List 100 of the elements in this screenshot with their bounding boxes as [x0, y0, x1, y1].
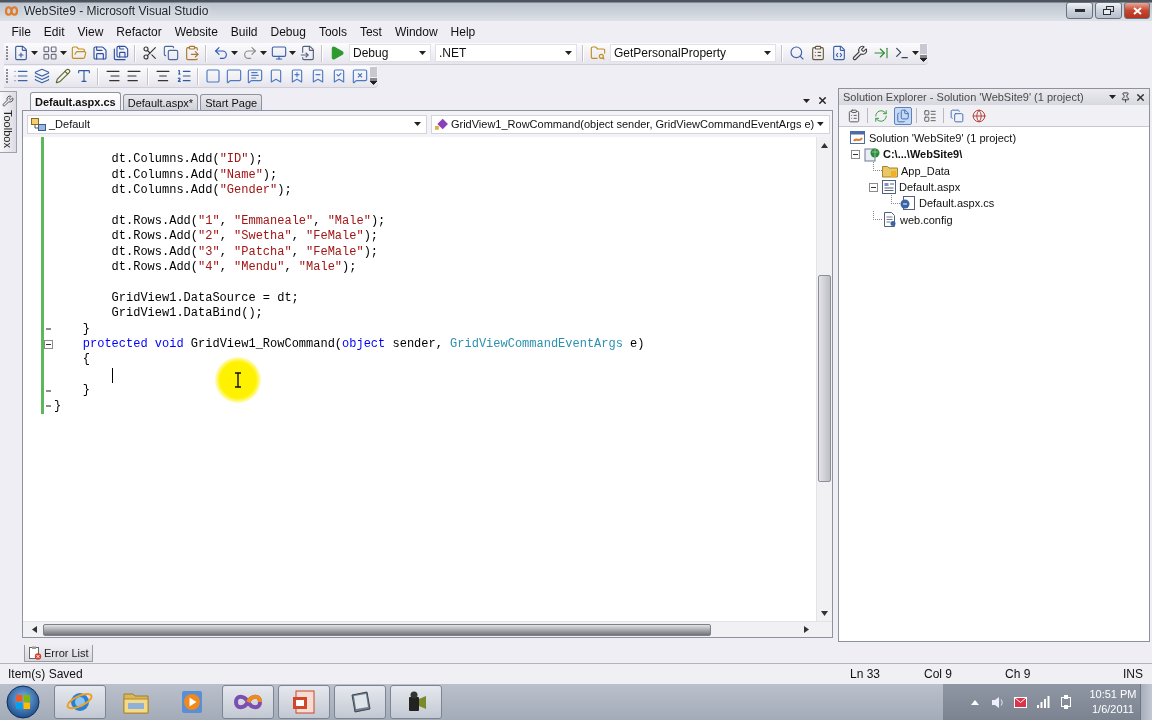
caret-icon[interactable] [817, 122, 824, 126]
scroll-thumb[interactable] [818, 275, 831, 482]
menu-item[interactable]: Edit [37, 22, 72, 41]
tree-item[interactable]: C:\...\WebSite9\ [883, 148, 963, 161]
pin-icon[interactable] [1120, 91, 1131, 103]
menu-item[interactable]: Tools [312, 22, 354, 41]
toolbar-options-icon[interactable] [370, 67, 377, 85]
clipboard-list-icon[interactable] [809, 45, 826, 61]
caret-icon[interactable] [231, 51, 238, 55]
document-tab[interactable]: Default.aspx.cs [30, 92, 121, 110]
show-desktop-button[interactable] [1140, 684, 1152, 720]
restore-button[interactable] [1095, 2, 1122, 19]
scroll-thumb[interactable] [43, 623, 711, 636]
close-button[interactable] [1124, 2, 1150, 19]
platform-dropdown[interactable]: .NET [435, 44, 577, 62]
type-icon[interactable] [75, 68, 92, 84]
code-file-icon[interactable] [830, 45, 847, 61]
collapse-icon[interactable] [850, 149, 860, 159]
caret-icon[interactable] [31, 51, 38, 55]
tree-item[interactable]: App_Data [901, 164, 950, 177]
scissors-icon[interactable] [141, 45, 158, 61]
scroll-left-icon[interactable] [31, 626, 38, 633]
list-icon[interactable] [12, 68, 29, 84]
grip-handle-icon[interactable] [5, 68, 9, 84]
vertical-scrollbar[interactable] [816, 137, 832, 621]
caret-icon[interactable] [764, 51, 771, 55]
caret-icon[interactable] [60, 51, 67, 55]
envelope-icon[interactable] [1014, 696, 1027, 708]
caret-icon[interactable] [289, 51, 296, 55]
up-arrow-icon[interactable] [971, 699, 979, 705]
network-icon[interactable] [1060, 695, 1072, 709]
infinity-logo-icon [4, 4, 19, 17]
collapse-icon[interactable] [868, 182, 878, 192]
caret-icon[interactable] [260, 51, 267, 55]
new-file-icon[interactable] [12, 45, 29, 61]
taskbar-button[interactable] [390, 685, 442, 719]
numbered-list-icon[interactable] [175, 68, 192, 84]
align-right-icon[interactable] [104, 68, 121, 84]
files-icon[interactable] [894, 106, 912, 125]
caret-icon[interactable] [912, 51, 919, 55]
configuration-dropdown[interactable]: Debug [349, 44, 431, 62]
collapse-icon[interactable] [44, 340, 53, 350]
document-arrow-icon[interactable] [299, 45, 316, 61]
toolbox-tab[interactable]: Toolbox [0, 91, 17, 153]
speech-bubble-x-icon[interactable] [351, 68, 368, 84]
close-icon[interactable] [817, 95, 828, 106]
find-dropdown[interactable]: GetPersonalProperty [610, 44, 776, 62]
caret-icon[interactable] [803, 98, 810, 103]
save-icon[interactable] [91, 45, 108, 61]
tree-item[interactable]: web.config [900, 213, 953, 226]
menu-item[interactable]: File [5, 22, 38, 41]
caret-icon[interactable] [565, 51, 572, 55]
menu-item[interactable]: Help [444, 22, 482, 41]
document-tab[interactable]: Default.aspx* [122, 94, 199, 110]
clipboard-icon[interactable] [183, 45, 200, 61]
monitor-icon[interactable] [270, 45, 287, 61]
menu-item[interactable]: Debug [264, 22, 313, 41]
code-line: dt.Columns.Add("Name"); [111, 167, 278, 184]
scroll-right-icon[interactable] [803, 626, 810, 633]
caret-icon[interactable] [1109, 95, 1116, 99]
error-list-tab[interactable]: Error List [24, 645, 93, 662]
menu-item[interactable]: Window [388, 22, 445, 41]
menu-item[interactable]: Website [168, 22, 225, 41]
class-dropdown[interactable]: _Default [27, 114, 427, 134]
copy-icon[interactable] [162, 45, 179, 61]
undo-icon[interactable] [212, 45, 229, 61]
caret-icon[interactable] [419, 51, 426, 55]
speaker-icon[interactable] [991, 695, 1004, 709]
caret-icon[interactable] [413, 122, 421, 126]
arrow-right-icon[interactable] [872, 45, 889, 61]
grid-icon[interactable] [41, 45, 58, 61]
outline-end-icon [46, 405, 51, 408]
align-center-icon[interactable] [154, 68, 171, 84]
save-all-icon[interactable] [112, 45, 129, 61]
tree-item[interactable]: Default.aspx.cs [919, 197, 995, 210]
minimize-button[interactable] [1066, 2, 1093, 19]
grip-handle-icon[interactable] [5, 45, 9, 61]
member-dropdown[interactable]: GridView1_RowCommand(object sender, GridViewCommandEventArgs e) [430, 114, 830, 134]
folder-search-icon[interactable] [589, 45, 606, 61]
wrench-icon[interactable] [851, 45, 868, 61]
menu-item[interactable]: Test [353, 22, 389, 41]
pencil-icon[interactable] [54, 68, 71, 84]
document-tab[interactable]: Start Page [200, 94, 263, 110]
close-icon[interactable] [1135, 91, 1146, 103]
scroll-up-icon[interactable] [821, 142, 828, 149]
search-icon[interactable] [788, 45, 805, 61]
menu-item[interactable]: Build [224, 22, 264, 41]
speech-bubble-icon[interactable] [225, 68, 242, 84]
align-left-icon[interactable] [125, 68, 142, 84]
signal-bars-icon[interactable] [1037, 696, 1050, 708]
terminal-icon[interactable] [893, 45, 910, 61]
code-line: } [82, 321, 90, 338]
toolbar-options-icon[interactable] [920, 44, 927, 62]
tree-item[interactable]: Solution 'WebSite9' (1 project) [869, 132, 1017, 145]
menu-item[interactable]: View [71, 22, 110, 41]
speech-bubble-text-icon[interactable] [246, 68, 263, 84]
layers-icon[interactable] [33, 68, 50, 84]
tree-item[interactable]: Default.aspx [899, 181, 961, 194]
scroll-down-icon[interactable] [821, 610, 828, 617]
menu-item[interactable]: Refactor [109, 22, 169, 41]
